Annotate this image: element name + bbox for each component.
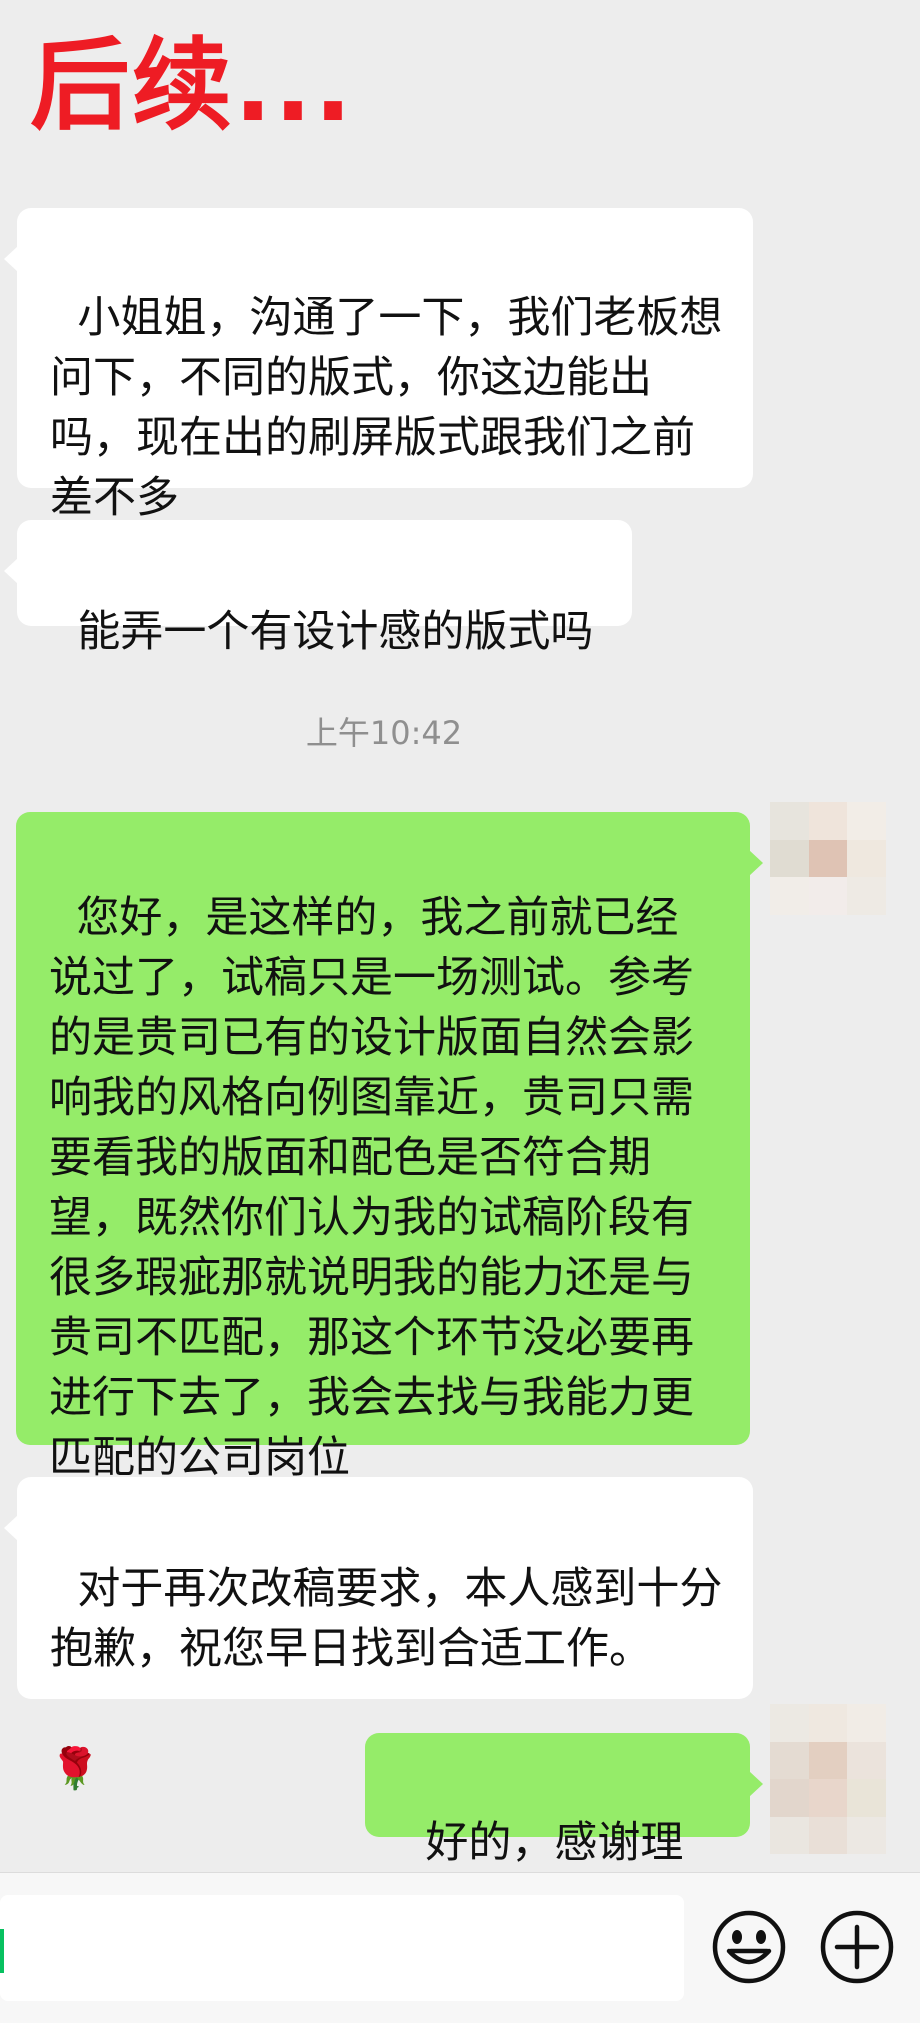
message-bubble-incoming[interactable]: 对于再次改稿要求，本人感到十分抱歉，祝您早日找到合适工作。 🌹 — [4, 1477, 753, 1792]
more-button[interactable] — [817, 1907, 897, 1987]
smiley-face-icon — [712, 1910, 786, 1984]
message-text: 能弄一个有设计感的版式吗 — [77, 607, 594, 657]
emoji-button[interactable] — [709, 1907, 789, 1987]
text-cursor — [0, 1929, 4, 1973]
message-text: 小姐姐，沟通了一下，我们老板想问下，不同的版式，你这边能出吗，现在出的刷屏版式跟… — [50, 293, 723, 523]
message-text: 对于再次改稿要求，本人感到十分抱歉，祝您早日找到合适工作。 — [50, 1564, 723, 1674]
plus-circle-icon — [820, 1910, 894, 1984]
page-title: 后续... — [30, 27, 354, 144]
message-bubble-incoming[interactable]: 小姐姐，沟通了一下，我们老板想问下，不同的版式，你这边能出吗，现在出的刷屏版式跟… — [4, 208, 753, 523]
input-bar — [0, 1872, 920, 2023]
avatar[interactable] — [770, 1704, 886, 1854]
message-input[interactable] — [0, 1895, 684, 2001]
message-timestamp: 上午10:42 — [305, 714, 463, 752]
message-text: 您好，是这样的，我之前就已经说过了，试稿只是一场测试。参考的是贵司已有的设计版面… — [49, 893, 694, 1483]
message-bubble-incoming[interactable]: 能弄一个有设计感的版式吗 — [4, 520, 632, 657]
message-bubble-outgoing[interactable]: 您好，是这样的，我之前就已经说过了，试稿只是一场测试。参考的是贵司已有的设计版面… — [16, 812, 763, 1483]
avatar[interactable] — [770, 802, 886, 952]
message-bubble-outgoing[interactable]: 好的，感谢理解 — [365, 1733, 763, 1928]
